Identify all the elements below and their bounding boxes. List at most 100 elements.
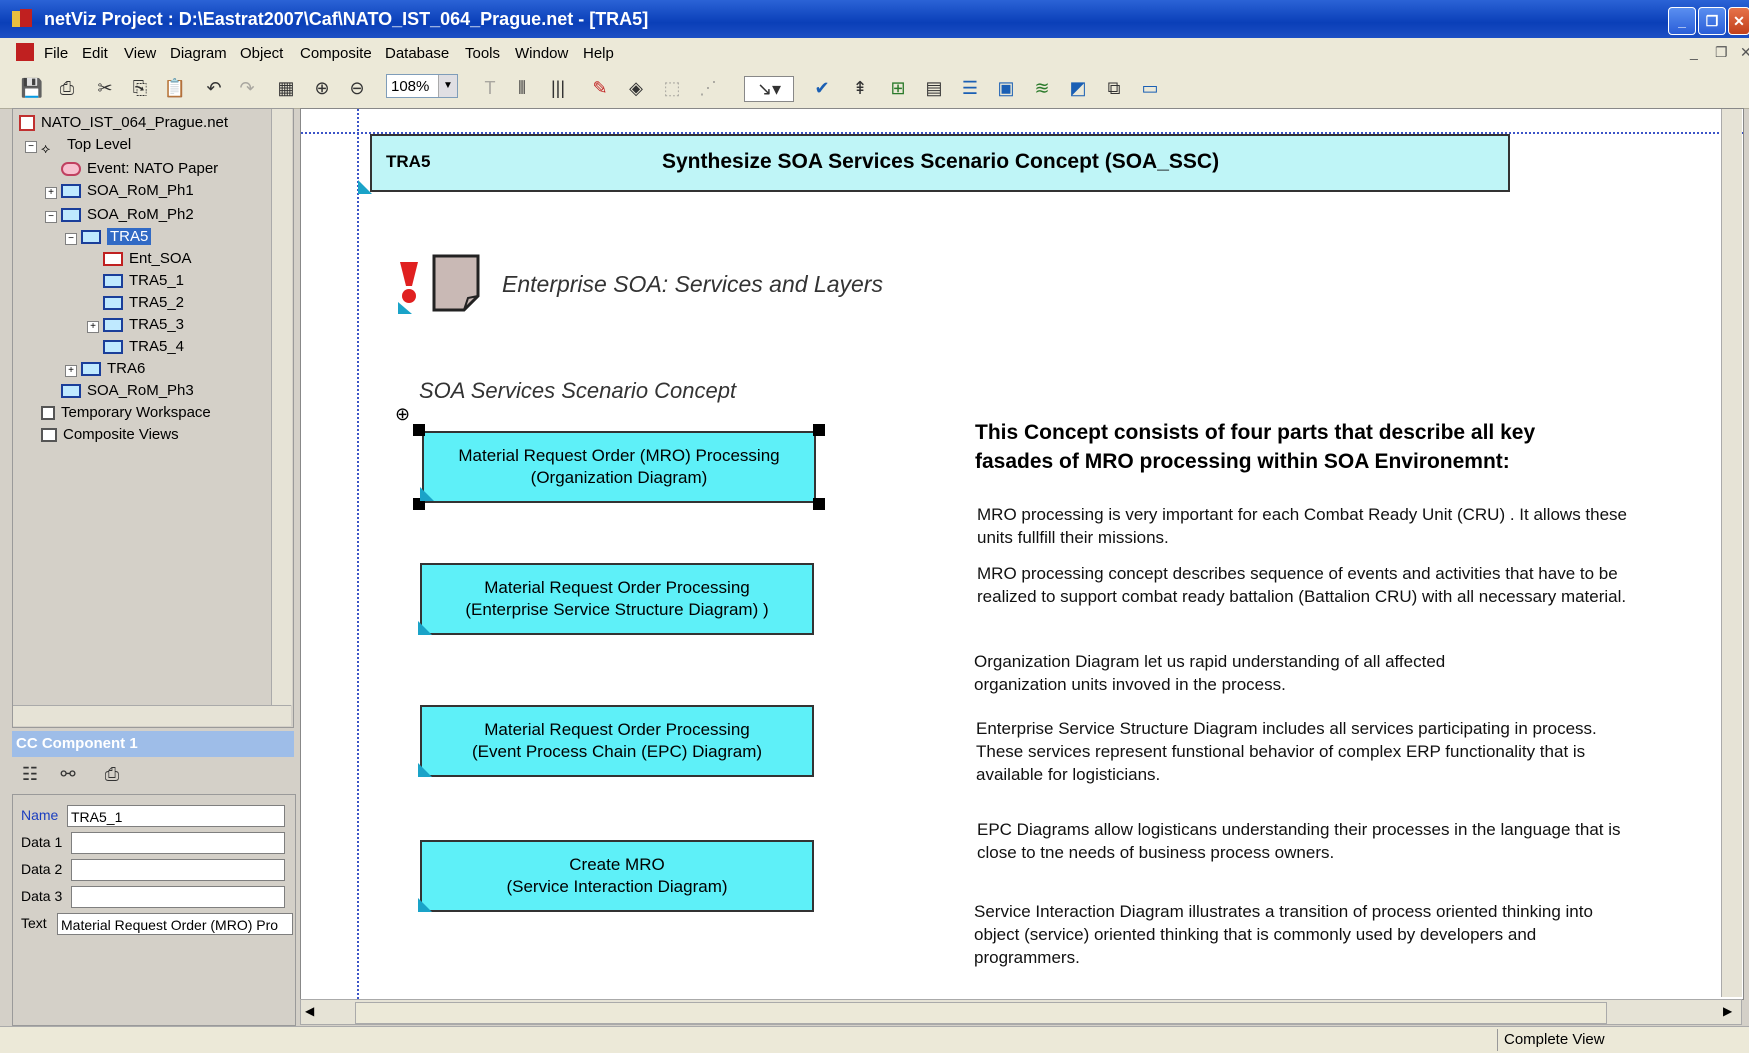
connect-icon[interactable]: ⋰ [696,76,720,100]
zoom-value: 108% [391,78,430,95]
menu-file[interactable]: File [44,45,68,62]
tree-view-icon[interactable]: ⊞ [886,76,910,100]
box-line-1: Material Request Order Processing [484,720,750,739]
close-button[interactable]: ✕ [1728,7,1749,35]
shape-icon[interactable]: ⬚ [660,76,684,100]
description-5: EPC Diagrams allow logisticans understan… [977,820,1621,862]
mdi-minimize-icon[interactable]: _ [1690,44,1698,60]
resize-handle[interactable] [813,424,825,436]
tree-item-top-level[interactable]: ⟡ Top Level [41,135,131,156]
tree-item-tra5[interactable]: TRA5 [81,227,152,247]
zoom-out-icon[interactable]: ⊖ [345,76,369,100]
tree-item-tra5-3[interactable]: TRA5_3 [103,315,184,335]
scroll-left-icon[interactable]: ◀ [305,1004,314,1018]
tree-vertical-scrollbar[interactable] [271,109,292,705]
redo-icon[interactable]: ↷ [235,76,259,100]
sort-icon[interactable]: ⇞ [848,76,872,100]
menu-help[interactable]: Help [583,45,614,62]
menu-edit[interactable]: Edit [82,45,108,62]
expand-icon[interactable]: + [65,365,77,377]
menu-composite[interactable]: Composite [300,45,372,62]
scroll-thumb[interactable] [355,1002,1607,1024]
expand-icon[interactable]: + [45,187,57,199]
fill-icon[interactable]: ◈ [624,76,648,100]
undo-icon[interactable]: ↶ [202,76,226,100]
chart-icon[interactable]: ◩ [1066,76,1090,100]
data1-field[interactable] [71,832,285,854]
mdi-close-icon[interactable]: ✕ [1740,44,1749,61]
text-tool-icon[interactable]: T [478,76,502,100]
document-icon[interactable] [432,254,480,312]
print-icon[interactable]: ⎙ [100,762,124,786]
copy-icon[interactable]: ⎘ [128,76,152,100]
tree-horizontal-scrollbar[interactable] [13,705,291,726]
line-color-icon[interactable]: ✎ [588,76,612,100]
menu-database[interactable]: Database [385,45,449,62]
pointer-select[interactable]: ↘▾ [744,76,794,102]
resize-handle[interactable] [413,424,425,436]
print-icon[interactable]: ⎙ [55,76,79,100]
tree-item-ph1[interactable]: SOA_RoM_Ph1 [61,181,194,201]
data2-field[interactable] [71,859,285,881]
toolbar: 💾 ⎙ ✂ ⎘ 📋 ↶ ↷ ▦ ⊕ ⊖ 108% ▼ T ⫴ ||| ✎ ◈ ⬚… [0,68,1749,109]
save-icon[interactable]: 💾 [20,76,44,100]
tree-item-tra5-4[interactable]: TRA5_4 [103,337,184,357]
find-icon[interactable]: ⚯ [56,762,80,786]
process-box-ess[interactable]: Material Request Order Processing (Enter… [420,563,814,635]
minimize-button[interactable]: _ [1668,7,1696,35]
tree-item-event[interactable]: Event: NATO Paper [61,159,218,179]
description-1: MRO processing is very important for eac… [977,505,1628,547]
diagram-icon [61,208,81,223]
data3-label: Data 3 [21,888,63,904]
process-box-sid[interactable]: Create MRO (Service Interaction Diagram) [420,840,814,912]
diagram-icon [61,184,81,199]
zoom-in-icon[interactable]: ⊕ [310,76,334,100]
menu-window[interactable]: Window [515,45,568,62]
flow-icon[interactable]: ≋ [1030,76,1054,100]
network-icon[interactable]: ⧉ [1102,76,1126,100]
columns-icon[interactable]: ||| [546,76,570,100]
process-box-epc[interactable]: Material Request Order Processing (Event… [420,705,814,777]
align-icon[interactable]: ⫴ [510,76,534,100]
mdi-restore-icon[interactable]: ❐ [1715,44,1728,61]
tree-item-ent-soa[interactable]: Ent_SOA [103,249,192,269]
grid-icon[interactable]: ▤ [922,76,946,100]
scroll-right-icon[interactable]: ▶ [1723,1004,1732,1018]
canvas-horizontal-scrollbar[interactable]: ◀ ▶ [300,999,1742,1025]
tree-item-ph3[interactable]: SOA_RoM_Ph3 [61,381,194,401]
move-handle-icon[interactable]: ⊕ [395,404,410,425]
text-field[interactable]: Material Request Order (MRO) Pro [57,913,293,935]
resize-handle[interactable] [813,498,825,510]
process-box-organization[interactable]: Material Request Order (MRO) Processing … [422,431,816,503]
restore-button[interactable]: ❐ [1698,7,1726,35]
zoom-select[interactable]: 108% ▼ [386,74,458,98]
collapse-icon[interactable]: − [45,211,57,223]
collapse-icon[interactable]: − [25,141,37,153]
workspace-icon [41,406,55,421]
menu-tools[interactable]: Tools [465,45,500,62]
tree-item-tra6[interactable]: TRA6 [81,359,145,379]
tree-item-ph2[interactable]: SOA_RoM_Ph2 [61,205,194,225]
list-icon[interactable]: ☰ [958,76,982,100]
fit-icon[interactable]: ▦ [274,76,298,100]
check-icon[interactable]: ✔ [810,76,834,100]
tree-item-tra5-2[interactable]: TRA5_2 [103,293,184,313]
tree-item-tra5-1[interactable]: TRA5_1 [103,271,184,291]
diagram-header-box[interactable]: TRA5 Synthesize SOA Services Scenario Co… [370,134,1510,192]
monitor-icon[interactable]: ▭ [1138,76,1162,100]
menu-view[interactable]: View [124,45,156,62]
menu-diagram[interactable]: Diagram [170,45,227,62]
data3-field[interactable] [71,886,285,908]
canvas-vertical-scrollbar[interactable] [1721,109,1742,997]
menu-object[interactable]: Object [240,45,283,62]
tree-item-temp-workspace[interactable]: Temporary Workspace [41,403,211,423]
panel-icon[interactable]: ▣ [994,76,1018,100]
tree-root[interactable]: NATO_IST_064_Prague.net [19,113,228,133]
cut-icon[interactable]: ✂ [93,76,117,100]
tree-item-composite-views[interactable]: Composite Views [41,425,179,445]
collapse-icon[interactable]: − [65,233,77,245]
expand-icon[interactable]: + [87,321,99,333]
name-field[interactable]: TRA5_1 [67,805,285,827]
properties-icon[interactable]: ☷ [18,762,42,786]
paste-icon[interactable]: 📋 [163,76,187,100]
